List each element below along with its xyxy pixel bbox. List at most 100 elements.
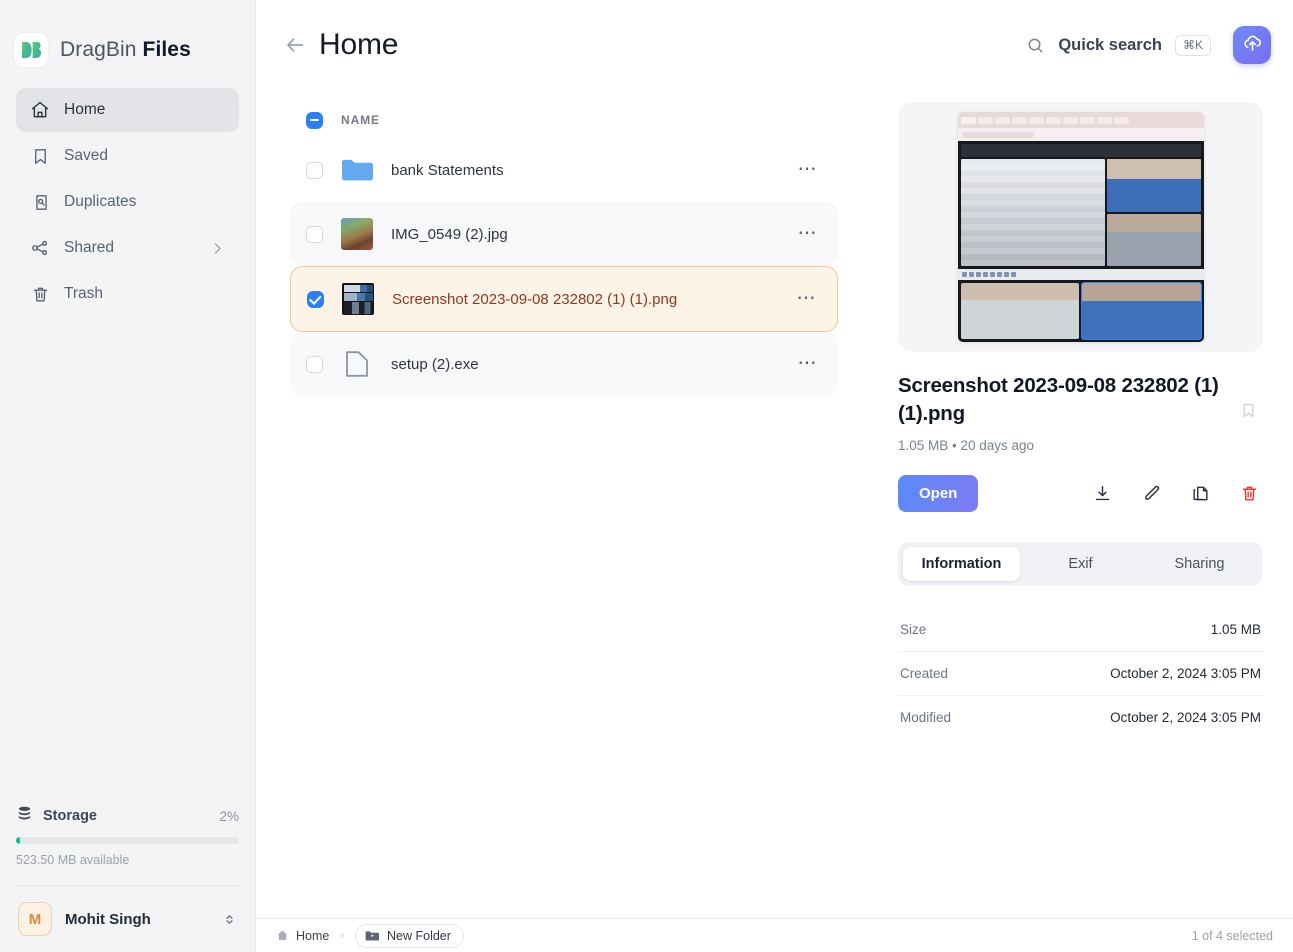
info-value: October 2, 2024 3:05 PM (1110, 666, 1261, 681)
duplicates-icon (30, 192, 50, 212)
top-bar-actions: Quick search ⌘K (1026, 26, 1271, 64)
sidebar: DragBin Files Home Saved Duplicates Shar… (0, 0, 256, 952)
select-all-checkbox[interactable] (306, 111, 323, 129)
upload-button[interactable] (1233, 26, 1271, 64)
tab-sharing[interactable]: Sharing (1141, 547, 1258, 581)
info-row: Modified October 2, 2024 3:05 PM (898, 696, 1263, 739)
trash-icon[interactable] (1240, 484, 1259, 503)
screenshot-thumbnail (342, 283, 374, 315)
home-icon (30, 100, 50, 120)
detail-file-name: Screenshot 2023-09-08 232802 (1) (1).png (898, 374, 1219, 425)
chevron-right-icon (210, 241, 225, 256)
file-name: setup (2).exe (391, 355, 479, 373)
sidebar-item-shared[interactable]: Shared (16, 226, 239, 270)
tab-information[interactable]: Information (903, 547, 1020, 581)
sidebar-nav: Home Saved Duplicates Shared Trash (0, 78, 255, 316)
folder-plus-icon (365, 930, 380, 942)
sidebar-item-label: Home (64, 101, 106, 118)
info-value: October 2, 2024 3:05 PM (1110, 710, 1261, 725)
file-list-header: NAME (290, 102, 838, 138)
table-row[interactable]: IMG_0549 (2).jpg ⋯ (290, 202, 838, 266)
file-list: NAME bank Statements ⋯ IMG_0549 (2).jpg … (256, 90, 868, 918)
detail-action-icons (1093, 484, 1263, 503)
back-button[interactable] (278, 28, 312, 62)
file-name: bank Statements (391, 161, 504, 179)
sidebar-item-saved[interactable]: Saved (16, 134, 239, 178)
ellipsis-icon[interactable]: ⋯ (794, 224, 823, 243)
new-folder-button[interactable]: New Folder (355, 923, 464, 948)
tab-exif[interactable]: Exif (1022, 547, 1139, 581)
brand-title: DragBin Files (60, 38, 191, 62)
share-nodes-icon (30, 238, 50, 258)
row-checkbox[interactable] (307, 290, 324, 308)
info-row: Created October 2, 2024 3:05 PM (898, 652, 1263, 696)
table-row[interactable]: Screenshot 2023-09-08 232802 (1) (1).png… (290, 266, 838, 332)
preview-image (957, 112, 1204, 342)
information-table: Size 1.05 MB Created October 2, 2024 3:0… (898, 608, 1263, 739)
detail-actions: Open (898, 475, 1263, 512)
row-checkbox[interactable] (306, 161, 323, 179)
bookmark-icon (30, 146, 50, 166)
ellipsis-icon[interactable]: ⋯ (794, 160, 823, 179)
content-area: NAME bank Statements ⋯ IMG_0549 (2).jpg … (256, 90, 1293, 918)
brand-name-light: DragBin (60, 38, 137, 61)
breadcrumb: Home › New Folder (276, 923, 464, 948)
home-small-icon (276, 929, 289, 942)
storage-label: Storage (43, 808, 97, 824)
ellipsis-icon[interactable]: ⋯ (794, 354, 823, 373)
top-bar: Home Quick search ⌘K (256, 0, 1293, 90)
app-window: DragBin Files Home Saved Duplicates Shar… (0, 0, 1293, 952)
sidebar-item-label: Shared (64, 239, 114, 256)
table-row[interactable]: bank Statements ⋯ (290, 138, 838, 202)
row-checkbox[interactable] (306, 225, 323, 243)
edit-pencil-icon[interactable] (1142, 484, 1161, 503)
dragbin-logo-icon (14, 33, 48, 67)
photo-thumbnail (341, 218, 373, 250)
sidebar-item-trash[interactable]: Trash (16, 272, 239, 316)
file-preview[interactable] (898, 102, 1263, 352)
brand[interactable]: DragBin Files (0, 0, 255, 78)
download-icon[interactable] (1093, 484, 1112, 503)
detail-file-meta: 1.05 MB • 20 days ago (898, 438, 1035, 453)
quick-search-button[interactable]: Quick search ⌘K (1026, 34, 1211, 56)
user-account-switcher[interactable]: M Mohit Singh (16, 900, 239, 938)
breadcrumb-home[interactable]: Home (276, 929, 329, 943)
sidebar-divider (16, 885, 239, 886)
open-button[interactable]: Open (898, 475, 979, 512)
row-checkbox[interactable] (306, 355, 323, 373)
file-title-row: Screenshot 2023-09-08 232802 (1) (1).png (898, 372, 1263, 430)
main-area: Home Quick search ⌘K NAME bank Statement… (256, 0, 1293, 952)
detail-tabs: Information Exif Sharing (898, 542, 1263, 586)
database-icon (16, 805, 33, 827)
file-icon (341, 348, 373, 380)
column-header-name: NAME (341, 113, 380, 127)
storage-progress-bar (16, 837, 239, 844)
selection-count: 1 of 4 selected (1191, 928, 1273, 943)
info-key: Modified (900, 710, 952, 725)
info-key: Size (900, 622, 927, 637)
brand-name-bold: Files (142, 38, 191, 61)
sidebar-footer: Storage 2% 523.50 MB available M Mohit S… (0, 805, 255, 952)
info-key: Created (900, 666, 949, 681)
bookmark-outline-icon[interactable] (1234, 396, 1263, 430)
status-bar: Home › New Folder 1 of 4 selected (256, 918, 1293, 952)
copy-icon[interactable] (1191, 484, 1210, 503)
avatar: M (18, 902, 52, 936)
page-title: Home (319, 28, 399, 61)
storage-available-text: 523.50 MB available (16, 853, 130, 867)
sidebar-item-label: Trash (64, 285, 104, 302)
trash-icon (30, 284, 50, 304)
sidebar-item-home[interactable]: Home (16, 88, 239, 132)
quick-search-label: Quick search (1058, 35, 1162, 54)
storage-summary: Storage 2% (16, 805, 239, 827)
info-row: Size 1.05 MB (898, 608, 1263, 652)
sidebar-item-duplicates[interactable]: Duplicates (16, 180, 239, 224)
sidebar-item-label: Saved (64, 147, 108, 164)
sidebar-item-label: Duplicates (64, 193, 137, 210)
table-row[interactable]: setup (2).exe ⋯ (290, 332, 838, 396)
search-shortcut-badge: ⌘K (1174, 34, 1211, 56)
ellipsis-icon[interactable]: ⋯ (793, 289, 822, 308)
search-icon (1026, 36, 1045, 55)
chevron-up-down-icon[interactable] (222, 912, 237, 927)
new-folder-label: New Folder (387, 928, 451, 943)
